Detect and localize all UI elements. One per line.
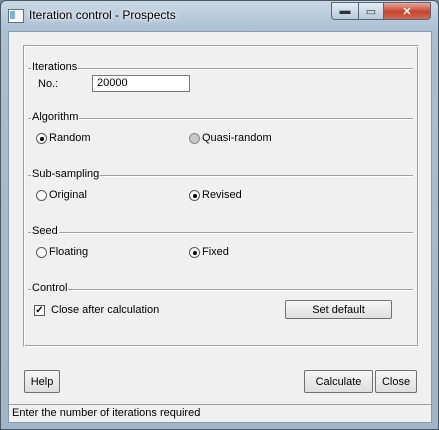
radio-floating[interactable]: Floating [36,246,88,258]
help-button[interactable]: Help [24,370,60,393]
check-icon[interactable]: ✓ [34,304,45,316]
radio-fixed-indicator[interactable] [189,246,200,258]
iterations-divider [28,68,413,70]
dialog-client-area: Iterations No.: 20000 Algorithm Random Q… [8,31,432,423]
status-text: Enter the number of iterations required [12,407,201,419]
radio-fixed[interactable]: Fixed [189,246,229,258]
close-icon: ✕ [402,5,412,18]
radio-random-label: Random [49,132,91,144]
radio-original-label: Original [49,189,87,201]
algorithm-divider [28,118,413,120]
radio-original[interactable]: Original [36,189,87,201]
maximize-button[interactable]: ▭ [358,2,384,20]
radio-floating-label: Floating [49,246,89,258]
iterations-input[interactable]: 20000 [92,75,190,92]
window-title: Iteration control - Prospects [29,8,176,22]
dialog-window: Iteration control - Prospects ▬ ▭ ✕ Iter… [0,0,439,430]
set-default-button[interactable]: Set default [285,300,392,319]
subsampling-group-label: Sub-sampling [31,168,101,180]
iterations-no-label: No.: [38,78,59,90]
control-group-label: Control [31,282,69,294]
radio-quasi-random-label: Quasi-random [202,132,272,144]
calculate-button[interactable]: Calculate [304,370,373,393]
radio-random[interactable]: Random [36,132,91,144]
radio-fixed-label: Fixed [202,246,229,258]
minimize-icon: ▬ [339,5,351,17]
app-icon [8,9,24,23]
radio-revised-indicator[interactable] [189,189,200,201]
close-after-calculation-checkbox[interactable]: ✓ Close after calculation [34,304,159,316]
options-panel: Iterations No.: 20000 Algorithm Random Q… [23,45,419,347]
radio-original-indicator[interactable] [36,189,47,201]
radio-random-indicator[interactable] [36,132,47,144]
control-divider [28,289,413,291]
iterations-group-label: Iterations [31,61,79,73]
radio-revised[interactable]: Revised [189,189,242,201]
maximize-icon: ▭ [365,5,377,18]
radio-quasi-random-indicator[interactable] [189,132,200,144]
radio-quasi-random[interactable]: Quasi-random [189,132,272,144]
seed-divider [28,232,413,234]
seed-group-label: Seed [31,225,59,237]
close-window-button[interactable]: ✕ [383,2,431,20]
radio-revised-label: Revised [202,189,242,201]
algorithm-group-label: Algorithm [31,111,80,123]
minimize-button[interactable]: ▬ [331,2,359,20]
title-bar[interactable]: Iteration control - Prospects ▬ ▭ ✕ [1,1,438,31]
radio-floating-indicator[interactable] [36,246,47,258]
status-bar: Enter the number of iterations required [9,404,431,422]
close-after-calculation-label: Close after calculation [51,304,160,316]
close-button[interactable]: Close [375,370,417,393]
